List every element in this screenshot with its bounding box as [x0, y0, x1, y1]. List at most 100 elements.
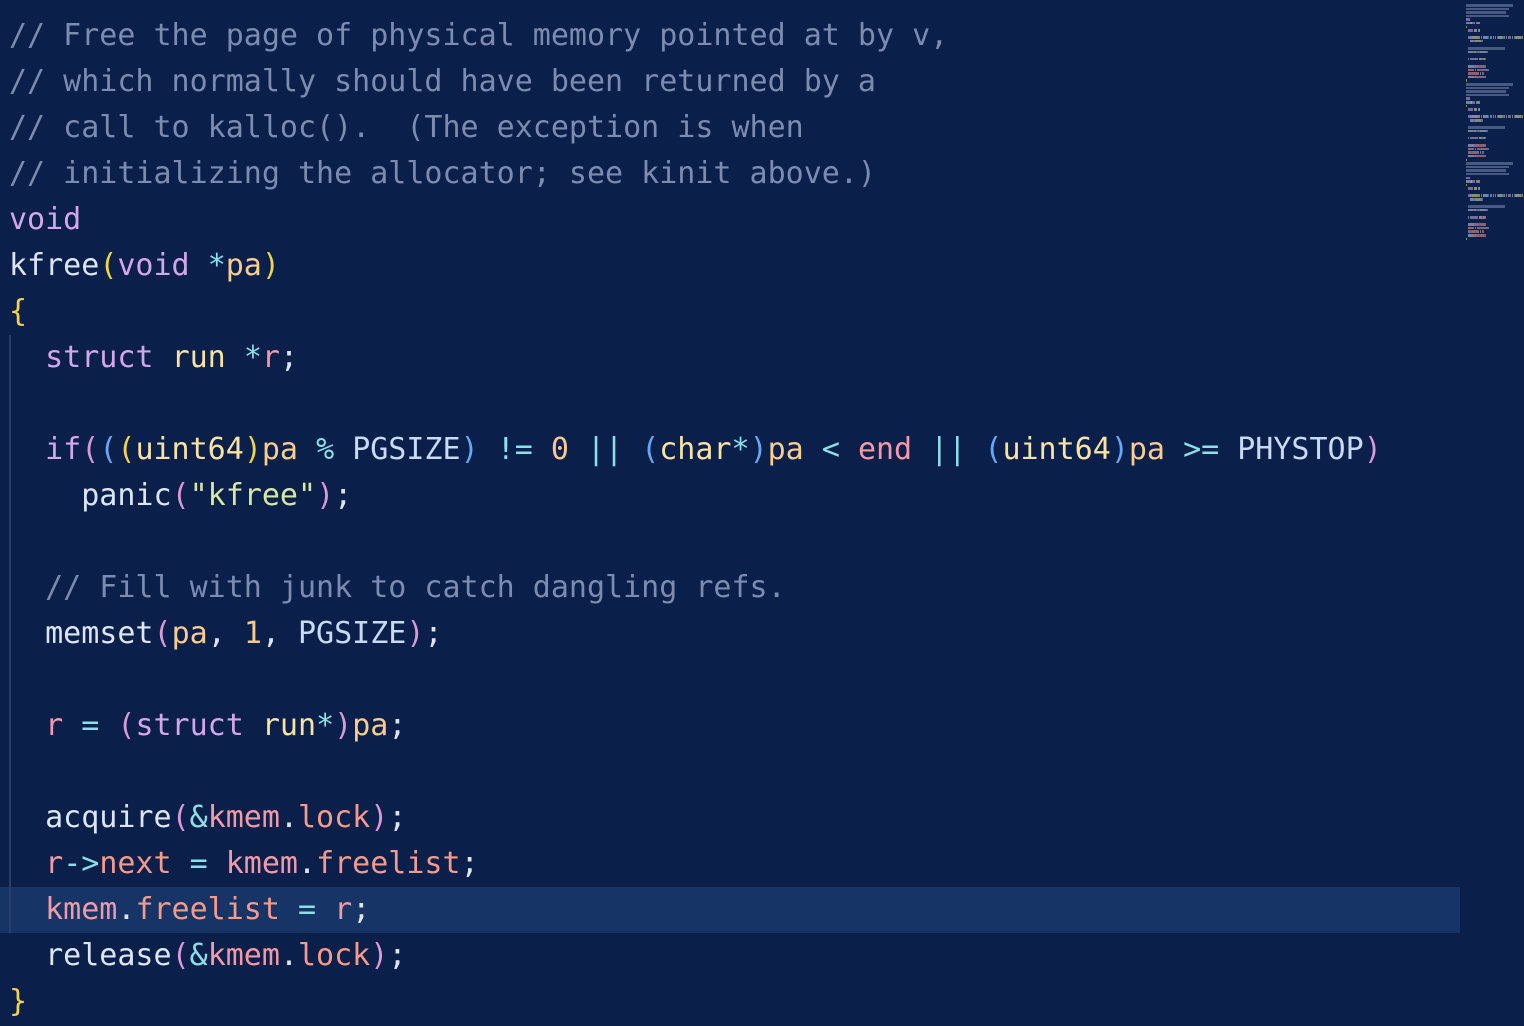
code-token-punct	[190, 248, 208, 283]
code-line[interactable]: // Free the page of physical memory poin…	[0, 13, 1460, 59]
indent-guide	[9, 611, 11, 657]
minimap-line	[1466, 129, 1524, 133]
code-token-paren2: (	[153, 616, 172, 651]
indent-guide	[9, 519, 11, 565]
code-token-const: PGSIZE	[298, 616, 407, 651]
code-token-paren2: (	[171, 478, 190, 513]
code-token-punct: ;	[424, 616, 443, 651]
code-token-brace: (	[117, 432, 136, 467]
code-token-punct: .	[279, 800, 298, 835]
code-token-param: pa	[1128, 432, 1165, 467]
code-token-op: !=	[496, 432, 533, 467]
code-line[interactable]	[0, 657, 1460, 703]
minimap-line	[1466, 183, 1524, 187]
code-line[interactable]: r->next = kmem.freelist;	[0, 841, 1460, 887]
code-token-punct	[208, 846, 226, 881]
code-token-var: kmem	[207, 938, 280, 973]
code-line[interactable]: // initializing the allocator; see kinit…	[0, 151, 1460, 197]
code-line[interactable]: // which normally should have been retur…	[0, 59, 1460, 105]
code-token-var: r	[334, 892, 353, 927]
code-token-const: PHYSTOP	[1237, 432, 1364, 467]
code-line[interactable]: // Fill with junk to catch dangling refs…	[0, 565, 1460, 611]
code-token-comment: // initializing the allocator; see kinit…	[9, 156, 876, 191]
code-token-punct	[9, 616, 45, 651]
code-line[interactable]: {	[0, 289, 1460, 335]
code-token-op: *	[316, 708, 335, 743]
code-line[interactable]: acquire(&kmem.lock);	[0, 795, 1460, 841]
minimap-line	[1466, 25, 1524, 29]
minimap-line	[1466, 7, 1524, 11]
minimap-line	[1466, 191, 1524, 194]
code-token-var: r	[261, 340, 280, 375]
code-line[interactable]	[0, 749, 1460, 795]
minimap-line	[1466, 162, 1524, 165]
code-token-paren3: )	[1110, 432, 1129, 467]
code-line[interactable]: // call to kalloc(). (The exception is w…	[0, 105, 1460, 151]
minimap-line	[1466, 47, 1524, 50]
minimap[interactable]	[1466, 4, 1524, 270]
minimap-line	[1466, 205, 1524, 208]
code-token-punct	[804, 432, 822, 467]
code-token-comment: // Free the page of physical memory poin…	[9, 18, 949, 53]
code-token-brace: (	[99, 248, 118, 283]
code-token-keyword: if	[45, 432, 82, 467]
code-token-op: &	[189, 800, 208, 835]
code-line[interactable]: r = (struct run*)pa;	[0, 703, 1460, 749]
code-token-number: 0	[550, 432, 569, 467]
code-token-keyword: struct	[135, 708, 244, 743]
code-line[interactable]: kfree(void *pa)	[0, 243, 1460, 289]
code-line[interactable]	[0, 519, 1460, 565]
minimap-line	[1466, 21, 1524, 25]
code-token-paren3: (	[984, 432, 1003, 467]
code-token-var: r	[45, 846, 64, 881]
code-line[interactable]: release(&kmem.lock);	[0, 933, 1460, 979]
minimap-line	[1466, 79, 1524, 82]
code-token-punct	[9, 340, 45, 375]
code-token-keyword: void	[9, 202, 82, 237]
minimap-line	[1466, 126, 1524, 129]
code-token-paren2: (	[117, 708, 136, 743]
minimap-line	[1466, 75, 1524, 79]
code-token-op: ->	[63, 846, 100, 881]
code-line[interactable]: struct run *r;	[0, 335, 1460, 381]
minimap-line	[1466, 50, 1524, 54]
code-line[interactable]: void	[0, 197, 1460, 243]
code-token-param: pa	[352, 708, 389, 743]
code-token-op: *	[243, 340, 262, 375]
code-line[interactable]: }	[0, 979, 1460, 1025]
code-line-current[interactable]: kmem.freelist = r;	[0, 887, 1460, 933]
code-token-comment: // call to kalloc(). (The exception is w…	[9, 110, 804, 145]
code-token-punct: ;	[460, 846, 479, 881]
code-line[interactable]: memset(pa, 1, PGSIZE);	[0, 611, 1460, 657]
code-token-punct	[912, 432, 930, 467]
minimap-line	[1466, 234, 1524, 237]
code-token-paren2: )	[1363, 432, 1382, 467]
minimap-line	[1466, 33, 1524, 36]
code-token-comment: // which normally should have been retur…	[9, 64, 876, 99]
code-line[interactable]: if(((uint64)pa % PGSIZE) != 0 || (char*)…	[0, 427, 1460, 473]
code-token-func: panic	[81, 478, 172, 513]
code-token-op: %	[316, 432, 335, 467]
code-token-param: pa	[767, 432, 804, 467]
minimap-line	[1466, 112, 1524, 115]
code-token-func: memset	[45, 616, 154, 651]
code-token-func: kfree	[9, 248, 100, 283]
code-token-punct: ;	[388, 708, 407, 743]
code-token-punct	[569, 432, 587, 467]
code-token-punct: ;	[388, 938, 407, 973]
minimap-line	[1466, 14, 1524, 18]
minimap-line	[1466, 230, 1524, 233]
code-token-var: kmem	[225, 846, 298, 881]
minimap-line	[1466, 83, 1524, 86]
code-token-punct: ;	[388, 800, 407, 835]
code-line[interactable]	[0, 381, 1460, 427]
code-token-punct	[966, 432, 984, 467]
indent-guide	[9, 565, 11, 611]
minimap-line	[1466, 18, 1524, 21]
code-token-punct	[9, 708, 45, 743]
code-area[interactable]: // Free the page of physical memory poin…	[0, 13, 1460, 1025]
code-editor[interactable]: // Free the page of physical memory poin…	[0, 0, 1524, 1026]
code-token-paren2: (	[81, 432, 100, 467]
code-token-field: lock	[298, 800, 371, 835]
code-line[interactable]: panic("kfree");	[0, 473, 1460, 519]
